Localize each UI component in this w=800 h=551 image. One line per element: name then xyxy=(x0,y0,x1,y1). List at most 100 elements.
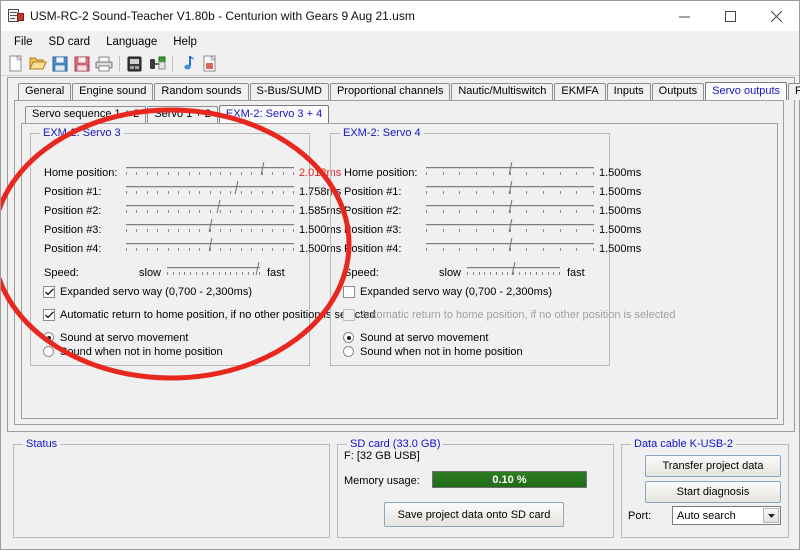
servo-3-group: EXM-2: Servo 3 Home position: 2.012ms Po… xyxy=(30,127,376,366)
sd-card-legend: SD card (33.0 GB) xyxy=(347,438,444,450)
tab-servo-outputs[interactable]: Servo outputs xyxy=(705,82,788,100)
port-select[interactable]: Auto search xyxy=(672,506,781,525)
toolbar xyxy=(1,52,799,76)
status-legend: Status xyxy=(23,438,61,450)
servo-tab-strip: Servo sequence 1 + 2 Servo 1 + 2 EXM-2: … xyxy=(15,104,783,123)
tab-sbus-sumd[interactable]: S-Bus/SUMD xyxy=(249,83,329,100)
servo4-expanded-servo-way-checkbox[interactable] xyxy=(343,286,355,298)
tab-proportional-channels[interactable]: Proportional channels xyxy=(329,83,451,100)
servo3-speed-label: Speed: xyxy=(44,267,79,279)
new-file-icon[interactable] xyxy=(5,53,26,74)
servo3-speed-slider[interactable] xyxy=(167,262,260,276)
servo3-position-2-label: Position #2: xyxy=(44,205,102,217)
servo3-sound-at-movement-label: Sound at servo movement xyxy=(60,332,189,344)
configuration-tab-strip: General Engine sound Random sounds S-Bus… xyxy=(8,81,800,100)
memory-usage-percent: 0.10 % xyxy=(492,473,527,486)
servo4-auto-return-label: Automatic return to home position, if no… xyxy=(360,309,676,321)
memory-usage-label: Memory usage: xyxy=(344,475,420,487)
servo4-position-3-slider[interactable] xyxy=(426,219,594,233)
tab-exm2-servo-3-4[interactable]: EXM-2: Servo 3 + 4 xyxy=(218,105,330,123)
servo4-sound-not-home-label: Sound when not in home position xyxy=(360,346,523,358)
tab-ekmfa[interactable]: EKMFA xyxy=(554,83,606,100)
servo-outputs-page: Servo sequence 1 + 2 Servo 1 + 2 EXM-2: … xyxy=(14,100,784,425)
transfer-project-data-button[interactable]: Transfer project data xyxy=(645,455,781,477)
servo3-position-3-slider[interactable] xyxy=(126,219,294,233)
servo3-position-1-slider[interactable] xyxy=(126,181,294,195)
memory-usage-progressbar: 0.10 % xyxy=(432,471,587,488)
chevron-down-icon[interactable] xyxy=(763,508,779,523)
servo3-sound-not-home-radio[interactable] xyxy=(43,346,54,357)
tab-servo-1-2[interactable]: Servo 1 + 2 xyxy=(147,106,218,123)
servo4-speed-label: Speed: xyxy=(344,267,379,279)
data-cable-group: Data cable K-USB-2 Transfer project data… xyxy=(621,438,789,538)
tab-engine-sound-sub[interactable]: Engine sound xyxy=(72,83,154,100)
servo3-expanded-servo-way-label: Expanded servo way (0,700 - 2,300ms) xyxy=(60,286,252,298)
menu-language[interactable]: Language xyxy=(98,33,165,51)
servo4-home-position-label: Home position: xyxy=(344,167,418,179)
servo4-position-3-label: Position #3: xyxy=(344,224,402,236)
servo4-home-position-slider[interactable] xyxy=(426,162,594,176)
title-bar: USM-RC-2 Sound-Teacher V1.80b - Centurio… xyxy=(1,1,799,31)
toolbar-separator xyxy=(119,55,120,72)
menu-file[interactable]: File xyxy=(6,33,41,51)
servo4-position-4-label: Position #4: xyxy=(344,243,402,255)
print-icon[interactable] xyxy=(93,53,114,74)
servo3-auto-return-label: Automatic return to home position, if no… xyxy=(60,309,376,321)
close-button[interactable] xyxy=(753,1,799,31)
start-diagnosis-button[interactable]: Start diagnosis xyxy=(645,481,781,503)
servo4-home-position-value: 1.500ms xyxy=(599,167,642,179)
servo3-position-4-slider[interactable] xyxy=(126,238,294,252)
maximize-button[interactable] xyxy=(707,1,753,31)
servo3-auto-return-checkbox[interactable] xyxy=(43,309,55,321)
servo4-expanded-servo-way-label: Expanded servo way (0,700 - 2,300ms) xyxy=(360,286,552,298)
tab-function-sequences[interactable]: Function sequences xyxy=(788,83,800,100)
servo3-home-position-label: Home position: xyxy=(44,167,118,179)
servo4-speed-slider[interactable] xyxy=(467,262,560,276)
save-blue-icon[interactable] xyxy=(49,53,70,74)
servo4-auto-return-checkbox[interactable] xyxy=(343,309,355,321)
servo4-speed-slow-label: slow xyxy=(439,267,462,279)
sd-card-reader-icon[interactable] xyxy=(124,53,145,74)
menu-bar: File SD card Language Help xyxy=(1,31,799,52)
servo4-position-4-value: 1.500ms xyxy=(599,243,642,255)
toolbar-separator xyxy=(172,55,173,72)
window-title: USM-RC-2 Sound-Teacher V1.80b - Centurio… xyxy=(30,9,415,23)
servo3-home-position-slider[interactable] xyxy=(126,162,294,176)
servo4-position-4-slider[interactable] xyxy=(426,238,594,252)
servo3-expanded-servo-way-checkbox[interactable] xyxy=(43,286,55,298)
menu-help[interactable]: Help xyxy=(165,33,205,51)
servo3-position-2-slider[interactable] xyxy=(126,200,294,214)
pdf-icon[interactable] xyxy=(199,53,220,74)
tab-general[interactable]: General xyxy=(18,83,72,100)
servo3-position-4-label: Position #4: xyxy=(44,243,102,255)
tab-inputs[interactable]: Inputs xyxy=(606,83,651,100)
window-controls xyxy=(661,1,799,31)
servo4-sound-not-home-radio[interactable] xyxy=(343,346,354,357)
minimize-button[interactable] xyxy=(661,1,707,31)
servo4-position-2-slider[interactable] xyxy=(426,200,594,214)
open-folder-icon[interactable] xyxy=(27,53,48,74)
servo4-position-2-value: 1.500ms xyxy=(599,205,642,217)
tab-outputs[interactable]: Outputs xyxy=(651,83,705,100)
tab-nautic-multiswitch[interactable]: Nautic/Multiswitch xyxy=(451,83,554,100)
save-project-to-sd-button[interactable]: Save project data onto SD card xyxy=(384,502,564,527)
servo4-position-3-value: 1.500ms xyxy=(599,224,642,236)
servo3-speed-fast-label: fast xyxy=(267,267,285,279)
tab-random-sounds[interactable]: Random sounds xyxy=(154,83,249,100)
servo4-sound-at-movement-radio[interactable] xyxy=(343,332,354,343)
configuration-page: General Engine sound Random sounds S-Bus… xyxy=(7,77,800,432)
servo-4-legend: EXM-2: Servo 4 xyxy=(340,127,424,139)
sd-card-drive-label: F: [32 GB USB] xyxy=(344,450,420,462)
servo3-sound-at-movement-radio[interactable] xyxy=(43,332,54,343)
save-red-icon[interactable] xyxy=(71,53,92,74)
status-textarea[interactable] xyxy=(17,453,326,534)
menu-sd-card[interactable]: SD card xyxy=(41,33,99,51)
music-note-icon[interactable] xyxy=(177,53,198,74)
tab-servo-sequence-1-2[interactable]: Servo sequence 1 + 2 xyxy=(25,106,147,123)
usb-plug-icon[interactable] xyxy=(146,53,167,74)
servo4-position-1-value: 1.500ms xyxy=(599,186,642,198)
servo4-position-2-label: Position #2: xyxy=(344,205,402,217)
port-label: Port: xyxy=(628,510,652,522)
checkmark-icon xyxy=(45,311,54,319)
servo4-position-1-slider[interactable] xyxy=(426,181,594,195)
